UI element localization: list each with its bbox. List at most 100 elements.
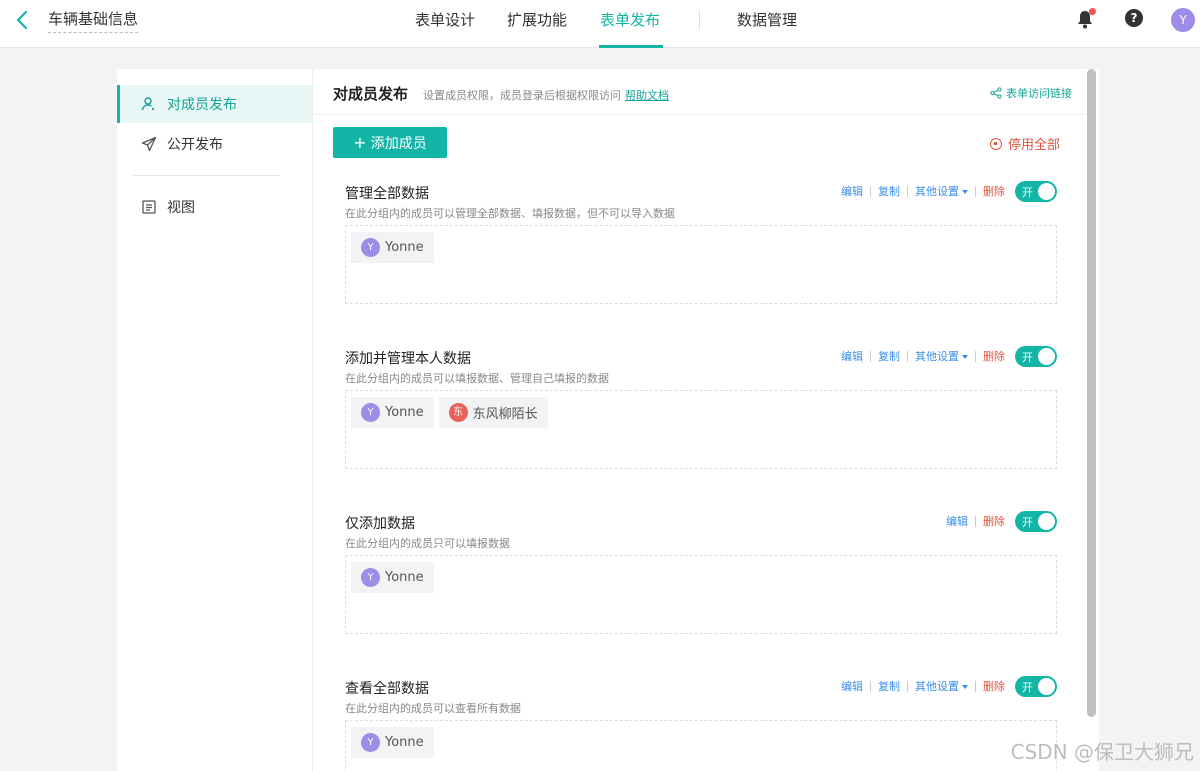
action-separator <box>975 515 976 527</box>
member-name: Yonne <box>385 405 424 420</box>
add-member-button[interactable]: + 添加成员 <box>333 127 447 158</box>
sidebar-item-member-publish[interactable]: 对成员发布 <box>117 85 312 123</box>
user-avatar[interactable]: Y <box>1171 8 1195 32</box>
action-separator <box>870 185 871 197</box>
member-avatar: 东 <box>448 403 468 422</box>
other-settings-dropdown[interactable]: 其他设置 <box>915 348 968 364</box>
action-separator <box>975 185 976 197</box>
member-list[interactable]: Y Yonne <box>345 555 1057 634</box>
delete-link[interactable]: 删除 <box>983 348 1005 364</box>
sidebar-item-view[interactable]: 视图 <box>117 188 312 226</box>
member-list[interactable]: Y Yonne <box>345 720 1057 771</box>
active-tab-indicator <box>599 45 663 48</box>
plus-icon: + <box>353 133 367 152</box>
top-bar: 车辆基础信息 表单设计 扩展功能 表单发布 数据管理 ? Y <box>0 0 1200 48</box>
tab-extensions[interactable]: 扩展功能 <box>507 9 567 30</box>
member-avatar: Y <box>361 733 380 752</box>
member-chip[interactable]: 东 东风柳陌长 <box>438 397 548 428</box>
action-separator <box>870 680 871 692</box>
action-separator <box>975 350 976 362</box>
member-chip[interactable]: Y Yonne <box>351 397 434 428</box>
toggle-knob <box>1038 677 1055 695</box>
sidebar: 对成员发布 公开发布 视图 <box>117 69 313 771</box>
group-toggle[interactable]: 开 <box>1015 180 1057 202</box>
group-actions: 编辑 复制 其他设置 删除 开 <box>841 180 1057 202</box>
group-name: 仅添加数据 <box>345 516 415 532</box>
action-separator <box>907 350 908 362</box>
member-avatar: Y <box>361 403 380 422</box>
member-list[interactable]: Y Yonne <box>345 225 1057 304</box>
permission-group-add-only: 仅添加数据 在此分组内的成员只可以填报数据 编辑 删除 开 Y Yonne <box>345 510 1057 635</box>
toggle-label: 开 <box>1022 350 1033 364</box>
action-separator <box>975 680 976 692</box>
permission-group-add-manage-own: 添加并管理本人数据 在此分组内的成员可以填报数据、管理自己填报的数据 编辑 复制… <box>345 345 1057 470</box>
form-access-link[interactable]: 表单访问链接 <box>990 85 1072 101</box>
permission-group-view-all: 查看全部数据 在此分组内的成员可以查看所有数据 编辑 复制 其他设置 删除 开 … <box>345 675 1057 771</box>
tab-form-publish[interactable]: 表单发布 <box>600 9 660 30</box>
caret-down-icon <box>962 355 968 359</box>
copy-link[interactable]: 复制 <box>878 348 900 364</box>
delete-link[interactable]: 删除 <box>983 183 1005 199</box>
help-doc-link[interactable]: 帮助文档 <box>625 89 669 102</box>
top-nav: 表单设计 扩展功能 表单发布 数据管理 <box>0 0 1200 48</box>
member-chip[interactable]: Y Yonne <box>351 727 434 758</box>
other-settings-label: 其他设置 <box>915 185 959 198</box>
notification-dot <box>1089 8 1096 15</box>
add-member-label: 添加成员 <box>370 135 427 152</box>
member-list[interactable]: Y Yonne 东 东风柳陌长 <box>345 390 1057 469</box>
content-header: 对成员发布 设置成员权限，成员登录后根据权限访问 帮助文档 表单访问链接 <box>314 69 1090 115</box>
tab-data-management[interactable]: 数据管理 <box>737 9 797 30</box>
toggle-label: 开 <box>1022 515 1033 529</box>
group-toggle[interactable]: 开 <box>1015 675 1057 697</box>
member-chip[interactable]: Y Yonne <box>351 232 434 263</box>
publish-panel: 对成员发布 公开发布 视图 对成员发布 设置成员权限，成员登录后根据权限访问 帮助… <box>117 69 1099 771</box>
permission-group-manage-all: 管理全部数据 在此分组内的成员可以管理全部数据、填报数据，但不可以导入数据 编辑… <box>345 180 1057 305</box>
help-icon[interactable]: ? <box>1125 9 1143 27</box>
member-avatar: Y <box>361 238 380 257</box>
disable-all-button[interactable]: 停用全部 <box>989 134 1060 153</box>
sidebar-item-label: 视图 <box>167 200 195 216</box>
disable-all-label: 停用全部 <box>1007 138 1060 153</box>
copy-link[interactable]: 复制 <box>878 183 900 199</box>
caret-down-icon <box>962 190 968 194</box>
group-description: 在此分组内的成员可以填报数据、管理自己填报的数据 <box>345 372 609 385</box>
member-name: Yonne <box>385 240 424 255</box>
other-settings-dropdown[interactable]: 其他设置 <box>915 678 968 694</box>
copy-link[interactable]: 复制 <box>878 678 900 694</box>
group-description: 在此分组内的成员可以查看所有数据 <box>345 702 521 715</box>
delete-link[interactable]: 删除 <box>983 513 1005 529</box>
access-link-label: 表单访问链接 <box>1006 87 1072 100</box>
group-toggle[interactable]: 开 <box>1015 510 1057 532</box>
toggle-knob <box>1038 182 1055 200</box>
content-area: 对成员发布 设置成员权限，成员登录后根据权限访问 帮助文档 表单访问链接 + 添加… <box>314 69 1090 771</box>
description-text: 设置成员权限，成员登录后根据权限访问 <box>423 89 621 102</box>
member-chip[interactable]: Y Yonne <box>351 562 434 593</box>
sidebar-item-label: 公开发布 <box>167 137 223 153</box>
member-name: Yonne <box>385 570 424 585</box>
member-icon <box>141 97 154 111</box>
sidebar-item-label: 对成员发布 <box>167 97 237 113</box>
edit-link[interactable]: 编辑 <box>946 513 968 529</box>
sidebar-item-public-publish[interactable]: 公开发布 <box>117 125 312 163</box>
content-scrollbar[interactable] <box>1087 69 1096 717</box>
sidebar-divider <box>133 175 279 176</box>
toggle-label: 开 <box>1022 185 1033 199</box>
action-separator <box>870 350 871 362</box>
view-icon <box>142 200 156 214</box>
other-settings-label: 其他设置 <box>915 680 959 693</box>
tab-form-design[interactable]: 表单设计 <box>415 9 475 30</box>
group-name: 添加并管理本人数据 <box>345 351 471 367</box>
other-settings-dropdown[interactable]: 其他设置 <box>915 183 968 199</box>
caret-down-icon <box>962 685 968 689</box>
edit-link[interactable]: 编辑 <box>841 183 863 199</box>
watermark: CSDN @保卫大狮兄 <box>1010 740 1194 764</box>
group-name: 管理全部数据 <box>345 186 429 202</box>
stop-icon <box>989 137 1002 150</box>
member-name: 东风柳陌长 <box>472 407 538 422</box>
edit-link[interactable]: 编辑 <box>841 678 863 694</box>
edit-link[interactable]: 编辑 <box>841 348 863 364</box>
group-toggle[interactable]: 开 <box>1015 345 1057 367</box>
action-separator <box>907 680 908 692</box>
group-description: 在此分组内的成员可以管理全部数据、填报数据，但不可以导入数据 <box>345 207 675 220</box>
delete-link[interactable]: 删除 <box>983 678 1005 694</box>
